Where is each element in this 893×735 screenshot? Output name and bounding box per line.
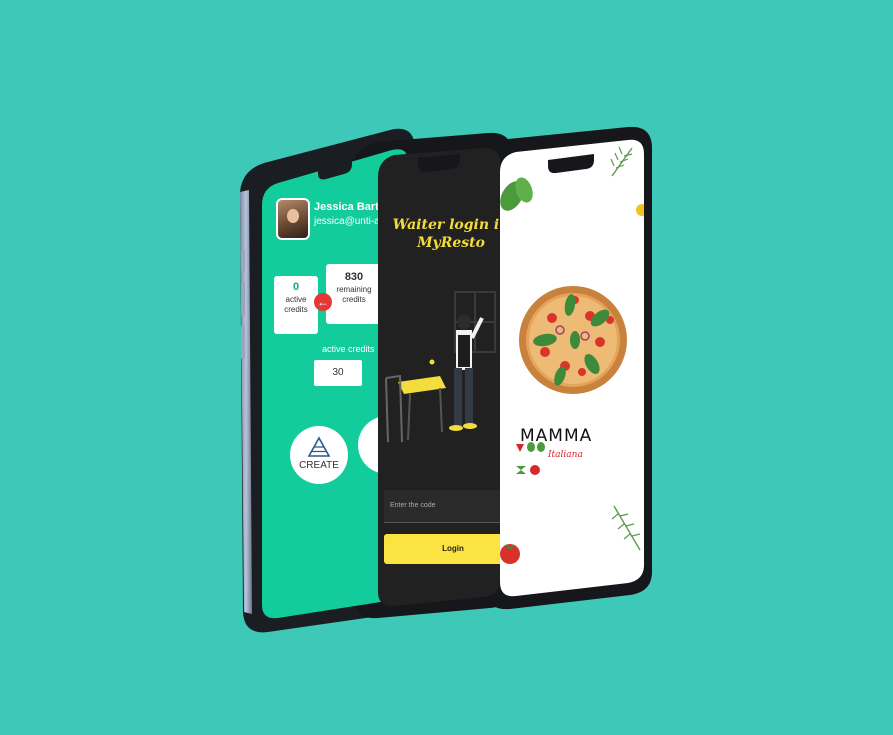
avatar-face (287, 209, 299, 223)
pizza-image (519, 286, 627, 394)
create-button[interactable]: CREATE (290, 426, 348, 484)
volume-down-button (241, 282, 245, 316)
login-button[interactable]: Login (384, 534, 500, 564)
active-credits-card: 0 active credits (274, 276, 318, 334)
mockup-scene: Jessica Barton jessica@unti-ap 0 active … (240, 126, 652, 633)
code-placeholder: Enter the code (390, 502, 436, 509)
avatar[interactable] (276, 198, 310, 240)
brand-subtitle: Italiana (548, 450, 583, 460)
active-credits-input[interactable]: 30 (314, 360, 362, 386)
volume-up-button (241, 250, 245, 272)
code-input[interactable]: Enter the code (384, 490, 500, 523)
side-button (241, 325, 245, 359)
remaining-credits-card: 830 remaining credits (326, 264, 382, 324)
waiter-title: Waiter login in MyResto (392, 217, 500, 251)
pyramid-icon (307, 436, 331, 457)
active-credits-card-label: active credits (284, 295, 308, 314)
tomato-icon (500, 544, 520, 564)
active-credits-count: 0 (292, 281, 300, 293)
create-label: CREATE (299, 460, 339, 471)
tomato-small-icon (530, 465, 540, 475)
active-credits-label: active credits (322, 344, 375, 354)
olive-icon (527, 442, 535, 452)
transfer-arrow-icon[interactable]: ← (314, 293, 332, 311)
user-email: jessica@unti-ap (314, 216, 386, 227)
remaining-credits-label: remaining credits (336, 285, 372, 304)
remaining-credits-count: 830 (344, 271, 364, 283)
